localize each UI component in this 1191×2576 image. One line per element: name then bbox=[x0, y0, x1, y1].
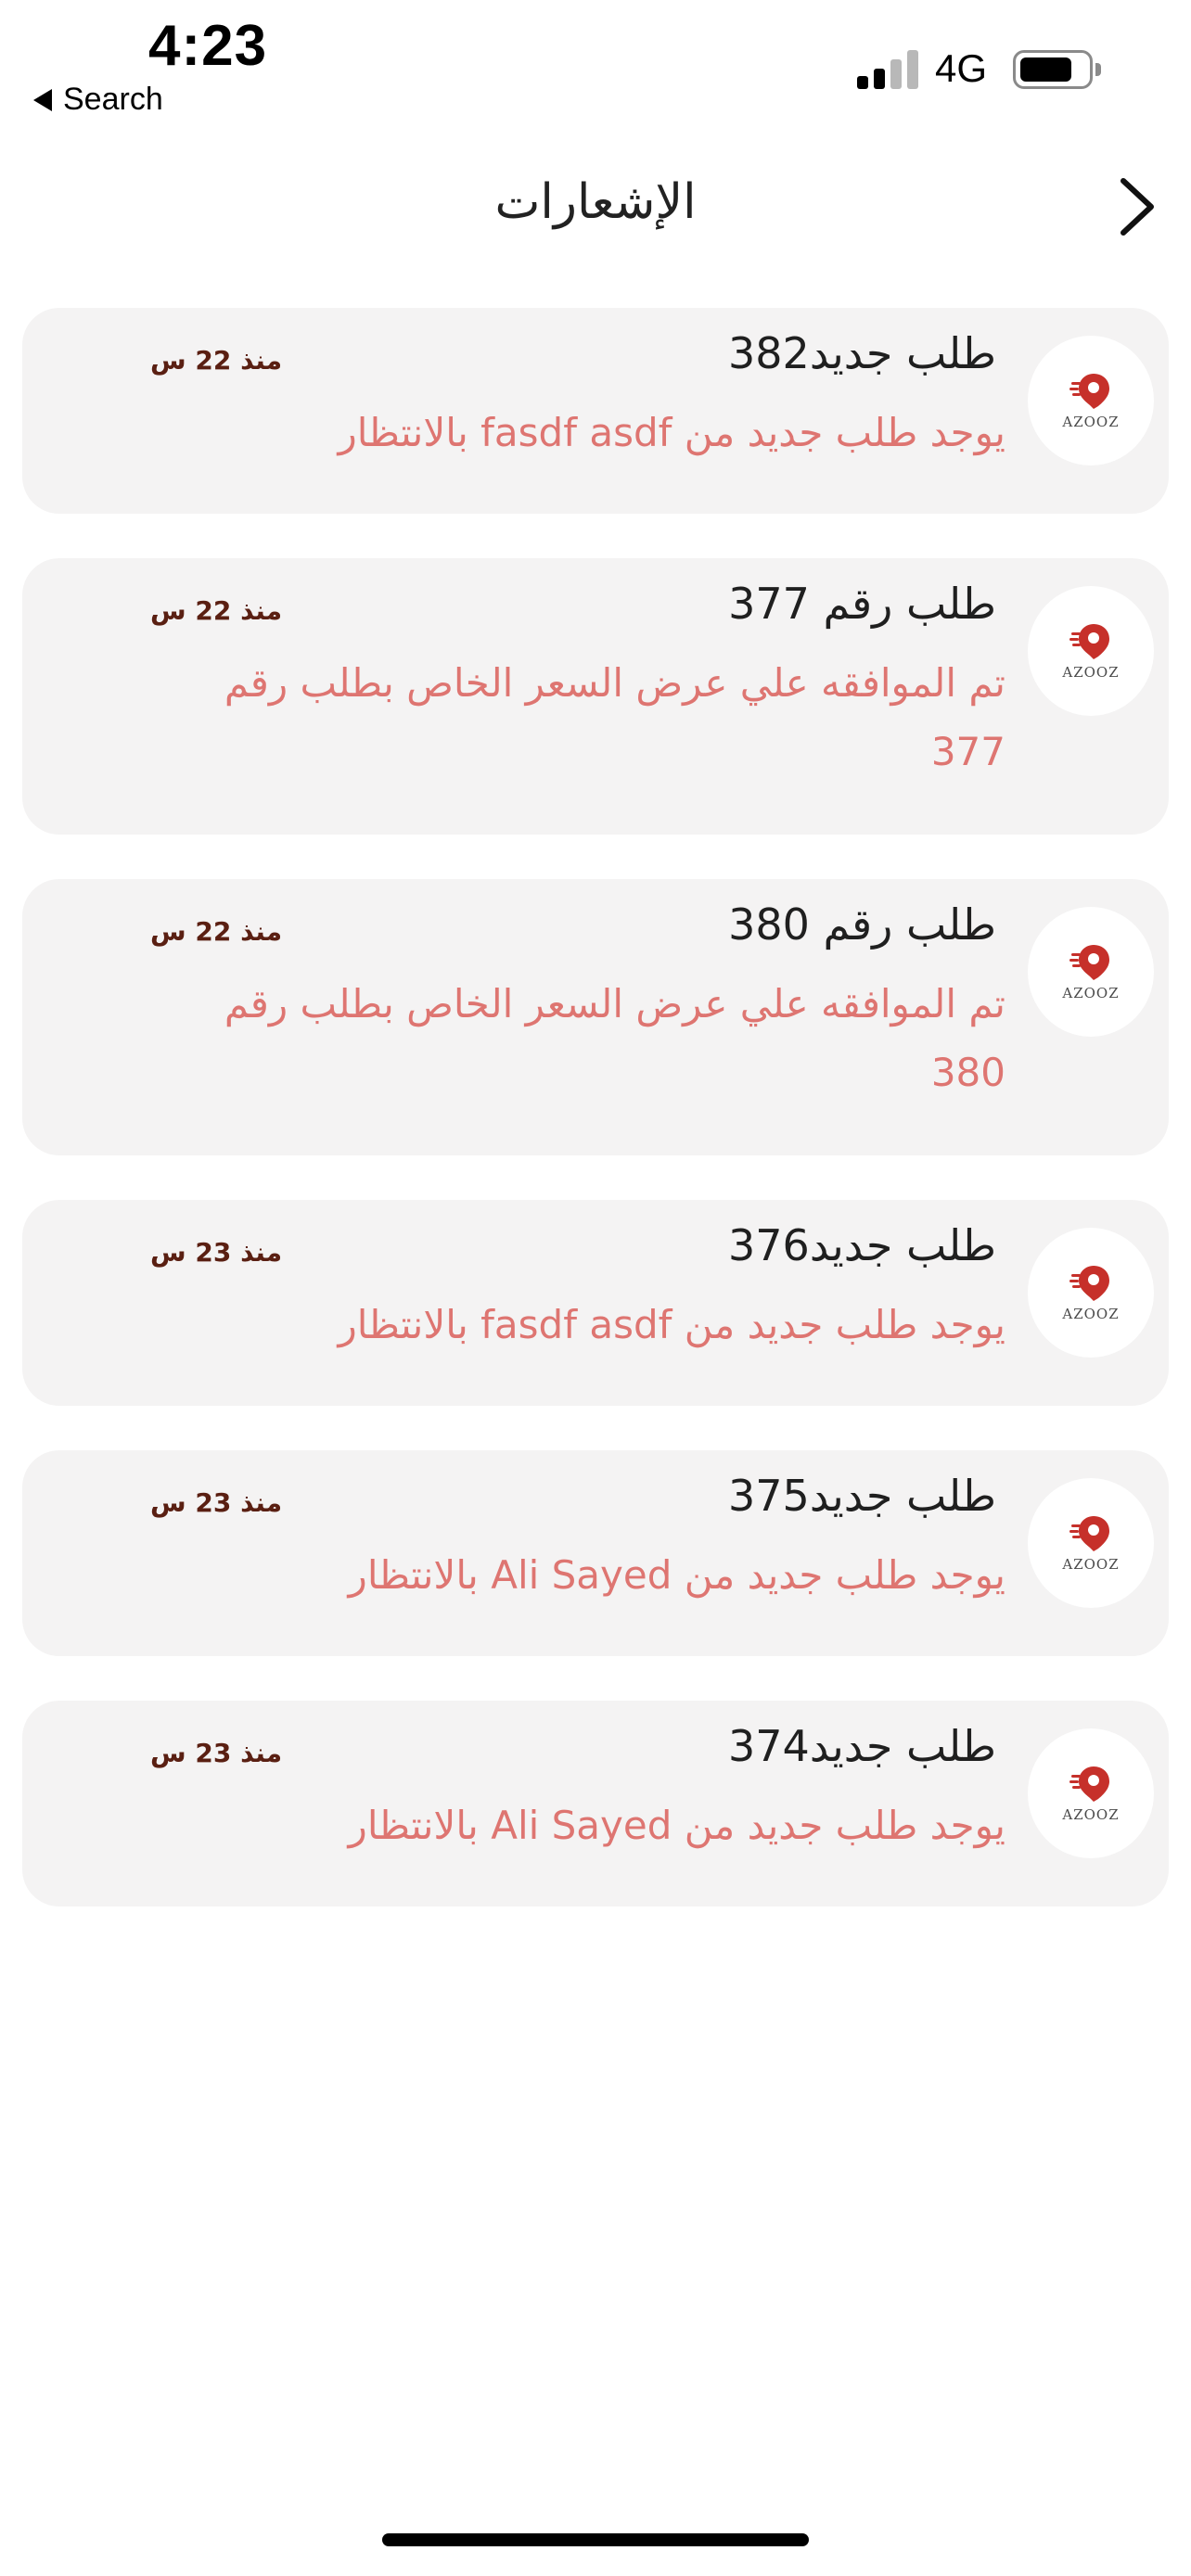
azooz-pin-icon bbox=[1069, 1516, 1109, 1551]
notification-card[interactable]: AZOOZ طلب رقم 380 منذ 22 س تم الموافقه ع… bbox=[22, 879, 1169, 1155]
network-type: 4G bbox=[935, 46, 988, 90]
cellular-signal-icon bbox=[857, 48, 918, 89]
back-to-app-link[interactable]: Search bbox=[33, 82, 163, 118]
battery-icon bbox=[1013, 50, 1093, 89]
azooz-logo: AZOOZ bbox=[1028, 336, 1154, 465]
nav-back-button[interactable] bbox=[1104, 174, 1169, 239]
page-title: الإشعارات bbox=[494, 174, 697, 230]
logo-text: AZOOZ bbox=[1062, 414, 1120, 430]
notification-title: طلب جديد382 bbox=[728, 328, 996, 378]
notification-body: يوجد طلب جديد من Ali Sayed بالانتظار bbox=[348, 1552, 1005, 1598]
notification-title: طلب جديد375 bbox=[728, 1471, 996, 1521]
status-time: 4:23 bbox=[148, 14, 268, 78]
notification-body: تم الموافقه علي عرض السعر الخاص بطلب رقم… bbox=[224, 660, 1005, 774]
status-bar: 4:23 Search 4G bbox=[0, 0, 1191, 130]
notification-body: يوجد طلب جديد من fasdf asdf بالانتظار bbox=[338, 410, 1005, 455]
header: الإشعارات bbox=[0, 158, 1191, 260]
notification-title: طلب جديد376 bbox=[728, 1220, 996, 1270]
notification-title: طلب رقم 380 bbox=[728, 899, 996, 950]
chevron-right-icon bbox=[1121, 178, 1154, 236]
notification-list: AZOOZ طلب جديد382 منذ 22 س يوجد طلب جديد… bbox=[22, 308, 1169, 1951]
azooz-pin-icon bbox=[1069, 945, 1109, 980]
notification-title: طلب جديد374 bbox=[728, 1721, 996, 1771]
logo-text: AZOOZ bbox=[1062, 985, 1120, 1001]
battery-cap bbox=[1095, 63, 1101, 76]
home-indicator[interactable] bbox=[382, 2533, 809, 2546]
back-to-app-label: Search bbox=[63, 82, 163, 117]
azooz-logo: AZOOZ bbox=[1028, 1728, 1154, 1858]
notification-card[interactable]: AZOOZ طلب جديد382 منذ 22 س يوجد طلب جديد… bbox=[22, 308, 1169, 514]
logo-text: AZOOZ bbox=[1062, 1306, 1120, 1322]
notification-card[interactable]: AZOOZ طلب جديد374 منذ 23 س يوجد طلب جديد… bbox=[22, 1701, 1169, 1906]
azooz-pin-icon bbox=[1069, 1266, 1109, 1301]
notification-card[interactable]: AZOOZ طلب جديد376 منذ 23 س يوجد طلب جديد… bbox=[22, 1200, 1169, 1406]
azooz-pin-icon bbox=[1069, 1766, 1109, 1802]
azooz-logo: AZOOZ bbox=[1028, 1478, 1154, 1608]
notification-card[interactable]: AZOOZ طلب جديد375 منذ 23 س يوجد طلب جديد… bbox=[22, 1450, 1169, 1656]
azooz-logo: AZOOZ bbox=[1028, 586, 1154, 716]
notification-body: يوجد طلب جديد من Ali Sayed بالانتظار bbox=[348, 1803, 1005, 1848]
azooz-pin-icon bbox=[1069, 374, 1109, 409]
notification-body: يوجد طلب جديد من fasdf asdf بالانتظار bbox=[338, 1302, 1005, 1347]
logo-text: AZOOZ bbox=[1062, 1806, 1120, 1823]
notification-title: طلب رقم 377 bbox=[728, 579, 996, 629]
back-triangle-icon bbox=[33, 88, 52, 111]
notification-body: تم الموافقه علي عرض السعر الخاص بطلب رقم… bbox=[224, 981, 1005, 1095]
logo-text: AZOOZ bbox=[1062, 664, 1120, 681]
notification-time: منذ 22 س bbox=[150, 595, 283, 626]
azooz-logo: AZOOZ bbox=[1028, 1228, 1154, 1358]
notification-time: منذ 22 س bbox=[150, 345, 283, 376]
notification-time: منذ 23 س bbox=[150, 1237, 283, 1268]
azooz-pin-icon bbox=[1069, 624, 1109, 659]
notification-time: منذ 23 س bbox=[150, 1738, 283, 1768]
notification-card[interactable]: AZOOZ طلب رقم 377 منذ 22 س تم الموافقه ع… bbox=[22, 558, 1169, 835]
notification-time: منذ 23 س bbox=[150, 1487, 283, 1518]
logo-text: AZOOZ bbox=[1062, 1556, 1120, 1573]
notification-time: منذ 22 س bbox=[150, 916, 283, 947]
azooz-logo: AZOOZ bbox=[1028, 907, 1154, 1037]
